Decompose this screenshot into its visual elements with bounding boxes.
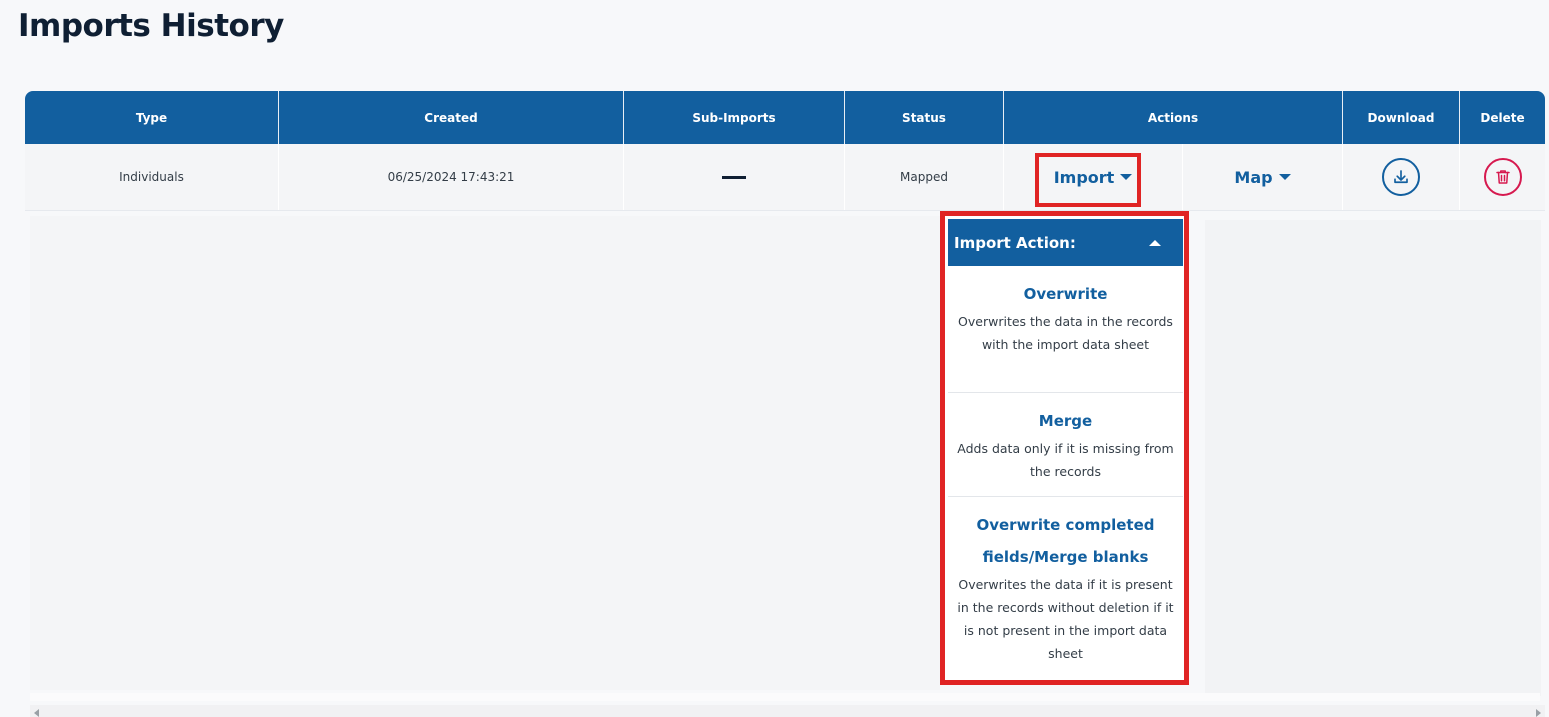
horizontal-scrollbar[interactable] xyxy=(30,705,1545,717)
option-title: Overwrite xyxy=(1023,285,1108,303)
page-title: Imports History xyxy=(18,8,284,44)
cell-created: 06/25/2024 17:43:21 xyxy=(279,144,624,210)
scroll-right-icon[interactable] xyxy=(1536,709,1541,717)
import-button-highlight xyxy=(1035,153,1141,207)
import-action-dropdown-header[interactable]: Import Action: xyxy=(948,219,1183,266)
header-status: Status xyxy=(845,91,1004,144)
download-button[interactable] xyxy=(1382,158,1420,196)
caret-up-icon xyxy=(1149,239,1161,246)
option-overwrite[interactable]: Overwrite Overwrites the data in the rec… xyxy=(948,266,1183,393)
table-footer-strip xyxy=(30,693,1540,701)
header-type: Type xyxy=(25,91,279,144)
trash-icon xyxy=(1495,170,1510,184)
table-header: Type Created Sub-Imports Status Actions … xyxy=(25,91,1545,144)
imports-table: Type Created Sub-Imports Status Actions … xyxy=(25,91,1545,211)
expanded-row-panel-right xyxy=(1205,220,1541,696)
scroll-left-icon[interactable] xyxy=(34,709,39,717)
header-created: Created xyxy=(279,91,624,144)
cell-delete xyxy=(1460,144,1545,210)
option-description: Overwrites the data in the records with … xyxy=(958,314,1173,352)
header-actions: Actions xyxy=(1004,91,1343,144)
dropdown-header-label: Import Action: xyxy=(954,233,1076,252)
download-icon xyxy=(1394,170,1408,184)
expanded-row-panel xyxy=(30,216,940,690)
map-dropdown-button[interactable]: Map xyxy=(1234,167,1291,187)
header-download: Download xyxy=(1343,91,1460,144)
header-delete: Delete xyxy=(1480,110,1525,125)
option-overwrite-completed-merge-blanks[interactable]: Overwrite completed fields/Merge blanks … xyxy=(948,497,1183,680)
cell-map-action: Map xyxy=(1183,144,1343,210)
import-action-dropdown: Import Action: Overwrite Overwrites the … xyxy=(940,211,1189,685)
option-merge[interactable]: Merge Adds data only if it is missing fr… xyxy=(948,393,1183,497)
cell-type: Individuals xyxy=(25,144,279,210)
option-title: Merge xyxy=(1038,412,1093,430)
option-title: Overwrite completed fields/Merge blanks xyxy=(976,516,1155,566)
cell-sub-imports xyxy=(624,144,845,210)
cell-download xyxy=(1343,144,1460,210)
cell-status: Mapped xyxy=(845,144,1004,210)
option-description: Overwrites the data if it is present in … xyxy=(957,577,1174,661)
table-row: Individuals 06/25/2024 17:43:21 Mapped I… xyxy=(25,144,1545,211)
map-label: Map xyxy=(1234,167,1273,187)
dash-icon xyxy=(722,175,746,179)
caret-down-icon xyxy=(1278,174,1291,180)
option-description: Adds data only if it is missing from the… xyxy=(957,441,1174,479)
delete-button[interactable] xyxy=(1483,158,1522,196)
dropdown-options: Overwrite Overwrites the data in the rec… xyxy=(948,266,1183,680)
header-sub-imports: Sub-Imports xyxy=(624,91,845,144)
